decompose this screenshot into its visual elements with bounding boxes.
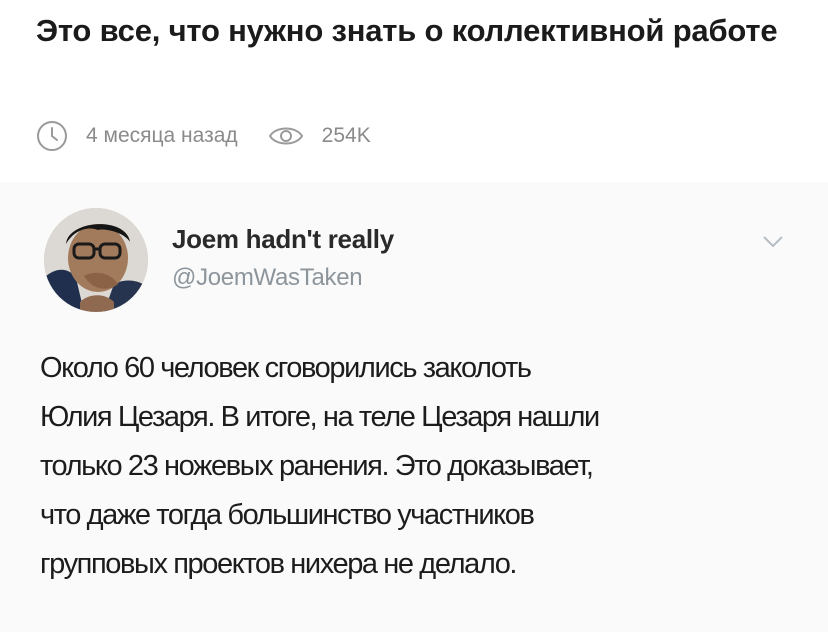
tweet-author-handle: @JoemWasTaken xyxy=(172,264,363,291)
chevron-down-icon xyxy=(762,234,784,250)
post-title: Это все, что нужно знать о коллективной … xyxy=(36,13,778,48)
post-views: 254K xyxy=(321,124,371,147)
tweet-text: Около 60 человек сговорились заколоть Юл… xyxy=(40,352,600,580)
tweet-author-name: Joem hadn't really xyxy=(172,224,394,254)
avatar xyxy=(44,208,148,312)
post-meta: 4 месяца назад 254K xyxy=(36,116,371,156)
post-time: 4 месяца назад xyxy=(86,124,238,147)
eye-icon xyxy=(268,123,304,149)
clock-icon xyxy=(36,120,68,152)
tweet-image: Joem hadn't really @JoemWasTaken Около 6… xyxy=(0,182,828,632)
